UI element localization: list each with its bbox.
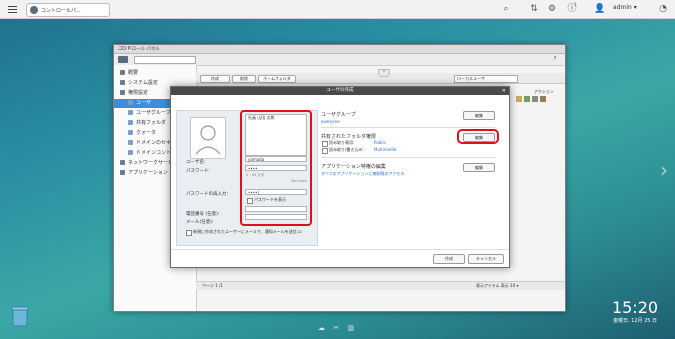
edit-group-icon[interactable] (524, 96, 530, 102)
background-task-icon[interactable]: ⇅ (528, 3, 540, 15)
user-type-select[interactable]: ローカルユーザ (454, 75, 518, 83)
user-group-value: everyone (321, 119, 340, 124)
tab-label: コントロールパ... (41, 8, 81, 14)
menu-icon[interactable] (8, 4, 17, 14)
highlight-input-fields (240, 110, 312, 226)
cancel-button[interactable]: キャンセル (468, 254, 504, 264)
readonly-folder: Public (374, 140, 386, 145)
display-items[interactable]: 表示アイテム 表示 10 ▾ (476, 282, 519, 290)
clock-date: 金曜日, 12月 25 日 (612, 318, 658, 324)
sidebar-item-overview[interactable]: 概要 (114, 69, 196, 78)
home-icon[interactable] (118, 56, 128, 63)
edit-folder-icon[interactable] (532, 96, 538, 102)
shared-folder-section-title: 共有されたフォルダ権限 (321, 134, 377, 140)
delete-button[interactable]: 削除 (232, 75, 256, 83)
phone-label: 電話番号 (任意): (186, 212, 220, 217)
create-user-button[interactable]: 作成 (433, 254, 465, 264)
readonly-icon (322, 141, 328, 147)
pagination-bar: ページ 1 /1 表示アイテム 表示 10 ▾ (196, 281, 565, 290)
readonly-label: 読み取り専用: (329, 140, 355, 145)
confirm-password-label: パスワードの再入力: (186, 192, 229, 197)
quota-icon (128, 130, 133, 135)
edit-profile-icon[interactable] (516, 96, 522, 102)
row-actions (516, 96, 552, 102)
notify-text: 新規に作成されたユーザーにメールで、通知メールを送信 ☑ (193, 229, 302, 234)
next-page-icon[interactable]: › (660, 160, 668, 180)
username-label: ユーザ名: (186, 160, 206, 165)
create-user-dialog: ユーザの作成 ✕ ユーザ名: パスワード: パスワードの再入力: 電話番号 (任… (170, 86, 510, 268)
chevron-up-icon[interactable]: ⌃ (378, 69, 390, 77)
desktop-clock: 15:20 金曜日, 12月 25 日 (602, 298, 668, 324)
control-panel-tab[interactable]: コントロールパ... (26, 3, 110, 17)
divider (321, 157, 495, 158)
tools-icon[interactable]: ✂ (333, 324, 339, 332)
top-taskbar: コントロールパ... ⌕ ⇅ ⚙ ⓘ 3 👤 admin ▾ ◔ (0, 0, 675, 19)
password-label: パスワード: (186, 169, 211, 174)
edit-group-button[interactable]: 編集 (463, 111, 495, 120)
user-group-icon (128, 110, 133, 115)
create-button[interactable]: 作成 (200, 75, 230, 83)
app-privilege-section-title: アプリケーション特権の編集 (321, 164, 386, 170)
admin-menu[interactable]: admin ▾ (613, 4, 637, 11)
avatar[interactable] (190, 117, 226, 159)
domain-controller-icon (128, 150, 133, 155)
privilege-icon (120, 90, 125, 95)
notify-checkbox[interactable] (186, 230, 192, 236)
footer-divider (171, 249, 509, 250)
help-icon[interactable]: ? (551, 56, 559, 63)
dialog-title: ユーザの作成 (171, 87, 509, 95)
email-label: メール(任意): (186, 220, 214, 225)
clock-time: 15:20 (611, 298, 659, 317)
readwrite-folder: Multimedia (374, 147, 397, 152)
panel-search-input[interactable] (134, 56, 196, 64)
domain-security-icon (128, 140, 133, 145)
book-icon[interactable]: ▥ (347, 324, 354, 332)
overview-icon (120, 70, 125, 75)
pager[interactable]: ページ 1 /1 (202, 282, 223, 290)
search-icon[interactable]: ⌕ (500, 3, 512, 15)
recycle-bin-icon[interactable] (11, 305, 29, 327)
readwrite-icon (322, 148, 328, 154)
user-group-section-title: ユーザグループ (321, 112, 356, 118)
edit-app-privilege-button[interactable]: 編集 (463, 163, 495, 172)
window-controls[interactable]: _ □ ✕ (118, 46, 562, 51)
highlight-edit-button (457, 129, 499, 144)
folder-icon (128, 120, 133, 125)
network-icon (120, 160, 125, 165)
bottom-dock: ☁ ✂ ▥ (318, 324, 354, 332)
user-icon (128, 100, 133, 105)
user-icon[interactable]: 👤 (594, 3, 606, 15)
window-titlebar: コントロール パネル _ □ ✕ (114, 45, 565, 54)
cloud-icon[interactable]: ☁ (318, 324, 325, 332)
readwrite-label: 読み取り/書き込み: (329, 147, 364, 152)
applications-icon (120, 170, 125, 175)
system-settings-icon (120, 80, 125, 85)
notification-badge: 3 (574, 2, 577, 7)
action-column-header: アクション (534, 89, 554, 94)
external-device-icon[interactable]: ⚙ (546, 3, 558, 15)
home-folder-button[interactable]: ホームフォルダ (258, 75, 296, 83)
app-privilege-value: すべてのアプリケーションに無制限のアクセス (321, 171, 405, 176)
close-icon[interactable]: ✕ (502, 87, 506, 95)
dashboard-icon[interactable]: ◔ (657, 3, 669, 15)
divider (321, 127, 495, 128)
avatar-placeholder-icon (195, 125, 221, 155)
edit-app-icon[interactable] (540, 96, 546, 102)
control-panel-icon (30, 6, 38, 14)
